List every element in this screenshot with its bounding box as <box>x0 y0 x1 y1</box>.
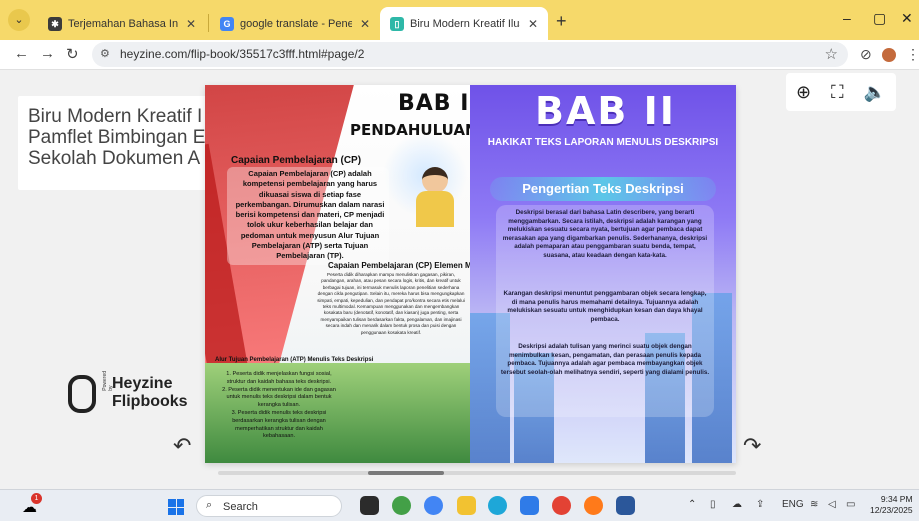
previous-page-arrow-icon[interactable]: ↶ <box>173 433 191 459</box>
taskbar-search[interactable]: ⌕ Search <box>196 495 342 517</box>
new-tab-plus-icon[interactable]: + <box>556 12 567 30</box>
ecp-heading: Capaian Pembelajaran (CP) Elemen Menulis <box>328 261 470 270</box>
task-view-icon[interactable] <box>360 496 379 515</box>
chapter-subtitle: PENDAHULUAN <box>350 121 470 139</box>
close-icon[interactable]: ✕ <box>186 17 196 31</box>
tab-terjemahan[interactable]: ✱ Terjemahan Bahasa Indonesia ✕ <box>38 7 206 40</box>
cloud-sync-icon[interactable]: ☁ <box>732 499 742 510</box>
logo-line2: Flipbooks <box>112 393 188 410</box>
profile-avatar[interactable] <box>882 48 896 62</box>
volume-icon[interactable]: 🔈 <box>864 82 886 103</box>
system-clock[interactable]: 9:34 PM 12/23/2025 <box>870 494 913 516</box>
settings-favicon-icon: ✱ <box>48 16 62 31</box>
site-info-icon[interactable]: ⚙ <box>100 47 110 60</box>
page-bab-2: BAB II HAKIKAT TEKS LAPORAN MENULIS DESK… <box>470 85 736 463</box>
bookmark-star-icon[interactable]: ☆ <box>825 45 838 63</box>
tab-search-chevron-icon[interactable]: ⌄ <box>8 9 30 31</box>
clock-time: 9:34 PM <box>880 494 913 504</box>
student-body <box>416 191 454 227</box>
edge-icon[interactable] <box>488 496 507 515</box>
chrome-icon[interactable] <box>424 496 443 515</box>
page-bab-1: BAB I PENDAHULUAN Capaian Pembelajaran (… <box>205 85 470 463</box>
scrollbar-thumb[interactable] <box>368 471 444 475</box>
flipbook-viewer: Biru Modern Kreatif I Pamflet Bimbingan … <box>0 71 919 489</box>
tray-chevron-icon[interactable]: ⌃ <box>688 499 696 510</box>
search-icon: ⌕ <box>206 499 213 511</box>
atp-item: 3. Peserta didik menulis teks deskripsi … <box>231 409 327 440</box>
viewer-toolbar: ⊕ ⛶ 🔈 <box>786 73 896 111</box>
tab-title: Terjemahan Bahasa Indonesia <box>68 17 178 30</box>
store-icon[interactable] <box>520 496 539 515</box>
student-head <box>422 167 448 193</box>
chapter-title: BAB I <box>398 91 470 116</box>
wifi-icon[interactable]: ≋ <box>810 499 818 510</box>
usb-icon[interactable]: ▯ <box>710 499 716 510</box>
browser-toolbar: ← → ↻ ⚙ heyzine.com/flip-book/35517c3fff… <box>0 40 919 70</box>
next-page-arrow-icon[interactable]: ↷ <box>743 433 761 459</box>
tab-flipbook[interactable]: ▯ Biru Modern Kreatif Ilustrasi Pa ✕ <box>380 7 548 40</box>
file-explorer-icon[interactable] <box>457 496 476 515</box>
share-icon[interactable]: ⇪ <box>756 499 764 510</box>
close-window-icon[interactable]: ✕ <box>901 10 913 27</box>
atp-item: 2. Peserta didik menentukan ide dan gaga… <box>222 386 336 409</box>
address-bar[interactable]: ⚙ heyzine.com/flip-book/35517c3fff.html#… <box>92 42 848 67</box>
clock-date: 12/23/2025 <box>870 505 913 515</box>
student-illustration <box>410 167 462 227</box>
atp-item: 1. Peserta didik menjelaskan fungsi sosi… <box>226 371 332 385</box>
whatsapp-icon[interactable] <box>392 496 411 515</box>
google-favicon-icon: G <box>220 16 234 31</box>
reload-icon[interactable]: ↻ <box>66 45 79 63</box>
logo-text: Heyzine Flipbooks <box>112 375 188 411</box>
paragraph: Deskripsi berasal dari bahasa Latin desc… <box>502 209 708 259</box>
tab-title: google translate - Penelusuran <box>240 17 352 30</box>
flipbook[interactable]: BAB I PENDAHULUAN Capaian Pembelajaran (… <box>205 85 736 463</box>
volume-tray-icon[interactable]: ◁ <box>828 499 836 510</box>
taskbar: ☁ 1 ⌕ Search ⌃ ▯ ☁ ⇪ ENG ≋ ◁ ▭ 9:34 PM 1… <box>0 489 919 521</box>
firefox-icon[interactable] <box>584 496 603 515</box>
logo-line1: Heyzine <box>112 375 173 392</box>
notification-badge: 1 <box>31 493 42 504</box>
maximize-icon[interactable]: ▢ <box>873 10 886 27</box>
paragraph: Deskripsi adalah tulisan yang merinci su… <box>500 343 710 376</box>
close-icon[interactable]: ✕ <box>528 17 538 31</box>
tab-strip: ⌄ ✱ Terjemahan Bahasa Indonesia ✕ G goog… <box>0 0 919 40</box>
forward-arrow-icon[interactable]: → <box>40 45 55 62</box>
tab-google-translate[interactable]: G google translate - Penelusuran ✕ <box>210 7 380 40</box>
cp-heading: Capaian Pembelajaran (CP) <box>231 155 362 166</box>
page-scrollbar[interactable] <box>218 471 736 475</box>
minimize-icon[interactable]: – <box>843 10 851 26</box>
extensions-icon[interactable]: ⊘ <box>860 46 872 63</box>
windows-start-icon[interactable] <box>168 499 184 515</box>
cp-text: Capaian Pembelajaran (CP) adalah kompete… <box>235 169 385 261</box>
ecp-text: Peserta didik diharapkan mampu menuliska… <box>317 272 465 335</box>
back-arrow-icon[interactable]: ← <box>14 45 29 62</box>
atp-heading: Alur Tujuan Pembelajaran (ATP) Menulis T… <box>215 357 374 363</box>
fullscreen-icon[interactable]: ⛶ <box>831 82 844 103</box>
language-indicator[interactable]: ENG <box>782 499 804 510</box>
atp-list: 1. Peserta didik menjelaskan fungsi sosi… <box>219 371 339 441</box>
url-text: heyzine.com/flip-book/35517c3fff.html#pa… <box>120 47 365 61</box>
chapter-subtitle: HAKIKAT TEKS LAPORAN MENULIS DESKRIPSI <box>487 137 719 148</box>
tab-divider <box>208 14 209 32</box>
word-icon[interactable] <box>616 496 635 515</box>
more-menu-icon[interactable]: ⋮ <box>906 46 919 63</box>
paragraph: Karangan deskripsi menuntut penggambaran… <box>503 290 707 323</box>
zoom-in-icon[interactable]: ⊕ <box>796 82 811 103</box>
section-heading: Pengertian Teks Deskripsi <box>522 181 684 196</box>
tab-title: Biru Modern Kreatif Ilustrasi Pa <box>410 17 520 30</box>
heyzine-mark-icon <box>68 375 96 413</box>
search-placeholder: Search <box>223 501 258 513</box>
battery-icon[interactable]: ▭ <box>846 499 855 510</box>
close-icon[interactable]: ✕ <box>360 17 370 31</box>
flipbook-favicon-icon: ▯ <box>390 16 404 31</box>
chapter-title: BAB II <box>535 89 676 133</box>
weather-widget[interactable]: ☁ 1 <box>22 493 42 516</box>
chrome-profile-icon[interactable] <box>552 496 571 515</box>
